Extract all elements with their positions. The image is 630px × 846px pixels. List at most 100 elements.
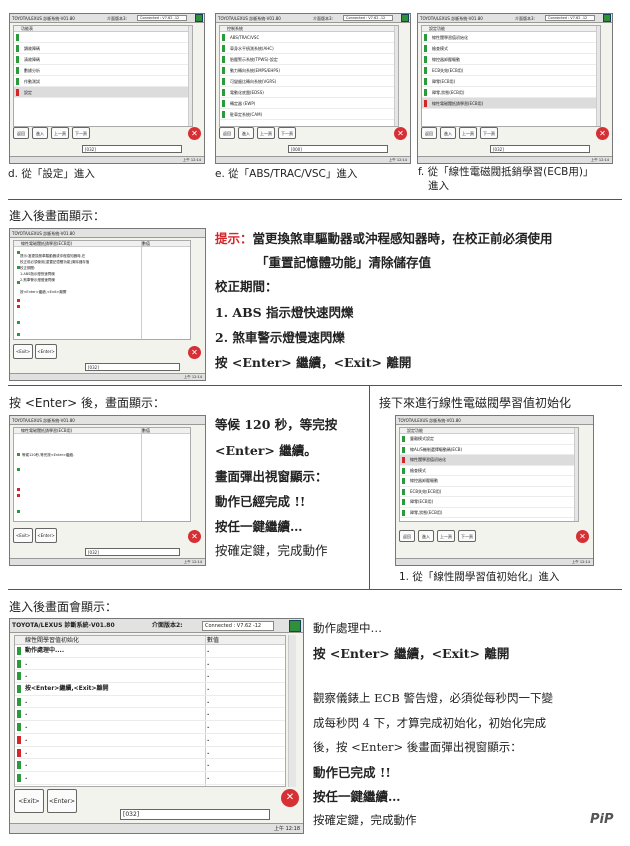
- close-icon[interactable]: ✕: [596, 127, 609, 140]
- list-item[interactable]: 數據分析: [14, 65, 192, 76]
- divider: [8, 589, 622, 590]
- exit-button[interactable]: <Exit>: [13, 344, 33, 359]
- list-item[interactable]: 線控器卸壓驅動: [422, 54, 600, 65]
- value-input[interactable]: [032]: [490, 145, 590, 153]
- exit-button[interactable]: <Exit>: [14, 789, 44, 813]
- list-item[interactable]: 歸零,狀態(ECB用): [400, 508, 578, 518]
- caption-f-line1: f. 從「線性電磁閥抵銷學習(ECB用)」: [418, 166, 594, 178]
- abs-blink: 1. ABS 指示燈快速閃爍: [215, 305, 354, 320]
- list-item[interactable]: 歸零(ECB用): [400, 497, 578, 508]
- close-icon[interactable]: ✕: [188, 346, 201, 359]
- value-input[interactable]: [032]: [82, 145, 182, 153]
- enter-button[interactable]: 進入: [32, 127, 48, 139]
- list-item[interactable]: 駐車定系統(CAM): [220, 109, 398, 120]
- section3b-heading: 接下來進行線性電磁閥學習值初始化: [379, 396, 572, 410]
- value-input[interactable]: [032]: [120, 809, 270, 820]
- close-icon[interactable]: ✕: [281, 789, 299, 807]
- brake-blink: 2. 煞車警示燈慢速閃爍: [215, 330, 345, 345]
- list-item[interactable]: 檢查模式: [422, 43, 600, 54]
- list-item[interactable]: ECB失效(ECB用): [422, 65, 600, 76]
- list-item: ..: [15, 734, 285, 747]
- close-icon[interactable]: ✕: [576, 530, 589, 543]
- init-line5: 後，按 <Enter> 後畫面彈出視窗顯示：: [313, 740, 522, 754]
- list-item[interactable]: 線性閥學習值初始化: [400, 455, 578, 466]
- back-button[interactable]: 返回: [421, 127, 437, 139]
- prev-page-button[interactable]: 上一頁: [51, 127, 69, 139]
- close-icon[interactable]: ✕: [188, 127, 201, 140]
- list-item[interactable]: 線控器卸壓驅動: [400, 476, 578, 487]
- screen-d: TOYOTA/LEXUS 診斷系統-V01.80 介面版本3: Connected …: [9, 13, 205, 164]
- list-item[interactable]: 線AL/S機制選擇驅動碼(ECB): [400, 445, 578, 455]
- tip-line1: 提示：當更換煞車驅動器或沖程感知器時，在校正前必須使用: [215, 231, 553, 246]
- list-item[interactable]: 清故障碼: [14, 54, 192, 65]
- enter-button[interactable]: 進入: [418, 530, 434, 542]
- wait-line2: <Enter> 繼續。: [215, 443, 317, 458]
- list-item[interactable]: 可變齒比轉向系統(VGRS): [220, 76, 398, 87]
- prev-page-button[interactable]: 上一頁: [437, 530, 455, 542]
- wait-line6: 按確定鍵，完成動作: [215, 543, 328, 558]
- enter-button[interactable]: <Enter>: [35, 528, 57, 543]
- enter-exit-hint: 按 <Enter> 繼續，<Exit> 離開: [215, 355, 412, 370]
- enter-button[interactable]: 進入: [238, 127, 254, 139]
- list-item[interactable]: 作動測試: [14, 76, 192, 87]
- next-page-button[interactable]: 下一頁: [480, 127, 498, 139]
- logo: PiP: [590, 812, 614, 827]
- list-item[interactable]: 線性電磁閥抵銷學習(ECB用): [422, 98, 600, 109]
- back-button[interactable]: 返回: [399, 530, 415, 542]
- value-input[interactable]: [000]: [288, 145, 388, 153]
- screen-linear-valve-menu: TOYOTA/LEXUS 診斷系統-V01.80 設定功能 豐離模式設定 線AL/S…: [395, 415, 594, 566]
- list-item: ..: [15, 708, 285, 722]
- list-item: 按<Enter>繼續,<Exit>離開.: [15, 683, 285, 696]
- section3-heading: 按 <Enter> 後，畫面顯示：: [9, 396, 165, 410]
- list-item[interactable]: 檢查模式: [400, 466, 578, 476]
- list-item[interactable]: 轉定器 (EWP): [220, 98, 398, 109]
- init-line4: 成每秒閃 4 下，才算完成初始化，初始化完成: [313, 716, 547, 730]
- list-item[interactable]: 歸零(ECB用): [422, 76, 600, 87]
- list-item[interactable]: 胎壓警示系統(TPWS)-設定: [220, 54, 398, 65]
- list-item[interactable]: ECB失效(ECB用): [400, 487, 578, 497]
- list-item[interactable]: 車身水平偵測系統(AHC): [220, 43, 398, 54]
- prev-page-button[interactable]: 上一頁: [257, 127, 275, 139]
- status-bar: 上午 12:14: [10, 373, 205, 380]
- screen-title-bar: TOYOTA/LEXUS 診斷系統-V01.80: [10, 229, 205, 238]
- enter-button[interactable]: <Enter>: [47, 789, 77, 813]
- next-page-button[interactable]: 下一頁: [72, 127, 90, 139]
- list-item: ..: [15, 670, 285, 684]
- list-item: ..: [15, 696, 285, 709]
- list-item[interactable]: 歸零,狀態(ECB用): [422, 87, 600, 98]
- screen-list: 線性電磁閥抵銷學習(ECB用) 數值 提示:當更換煞車驅動器或沖程感知器時,在 校…: [13, 240, 191, 340]
- list-item[interactable]: 讀故障碼: [14, 43, 192, 54]
- list-item[interactable]: 電動化底盤(EDSS): [220, 87, 398, 98]
- screen-initializing: TOYOTA/LEXUS 診斷系統-V01.80 介面版本2: Connecte…: [9, 618, 304, 834]
- divider: [8, 385, 622, 386]
- wait-line3: 畫面彈出視窗顯示：: [215, 469, 328, 484]
- next-page-button[interactable]: 下一頁: [278, 127, 296, 139]
- caption-e: e. 從「ABS/TRAC/VSC」進入: [215, 168, 358, 180]
- init-line1: 動作處理中…: [313, 621, 382, 635]
- wait-line4: 動作已經完成 !!: [215, 494, 306, 509]
- prev-page-button[interactable]: 上一頁: [459, 127, 477, 139]
- init-line7: 按任一鍵繼續…: [313, 789, 401, 804]
- list-item: ..: [15, 759, 285, 772]
- next-page-button[interactable]: 下一頁: [458, 530, 476, 542]
- list-item[interactable]: 豐離模式設定: [400, 434, 578, 445]
- value-input[interactable]: [032]: [85, 548, 180, 556]
- list-item[interactable]: [14, 32, 192, 43]
- section2-heading: 進入後畫面顯示：: [9, 209, 106, 223]
- list-item[interactable]: 動力轉向系統(EMPS/EHPS): [220, 65, 398, 76]
- back-button[interactable]: 返回: [219, 127, 235, 139]
- screen-ecb-offset: TOYOTA/LEXUS 診斷系統-V01.80 線性電磁閥抵銷學習(ECB用)…: [9, 228, 206, 381]
- enter-button[interactable]: 進入: [440, 127, 456, 139]
- list-item[interactable]: 設定: [14, 87, 192, 98]
- close-icon[interactable]: ✕: [394, 127, 407, 140]
- init-line6: 動作已完成 !!: [313, 765, 391, 780]
- exit-button[interactable]: <Exit>: [13, 528, 33, 543]
- close-icon[interactable]: ✕: [188, 530, 201, 543]
- init-line8: 按確定鍵，完成動作: [313, 813, 417, 827]
- list-item[interactable]: ABS/TRAC/VSC: [220, 32, 398, 43]
- screen-f: TOYOTA/LEXUS 診斷系統-V01.80 介面版本3: Connected …: [417, 13, 613, 164]
- back-button[interactable]: 返回: [13, 127, 29, 139]
- enter-button[interactable]: <Enter>: [35, 344, 57, 359]
- value-input[interactable]: [032]: [85, 363, 180, 371]
- list-item[interactable]: 線性閥學習值初始化: [422, 32, 600, 43]
